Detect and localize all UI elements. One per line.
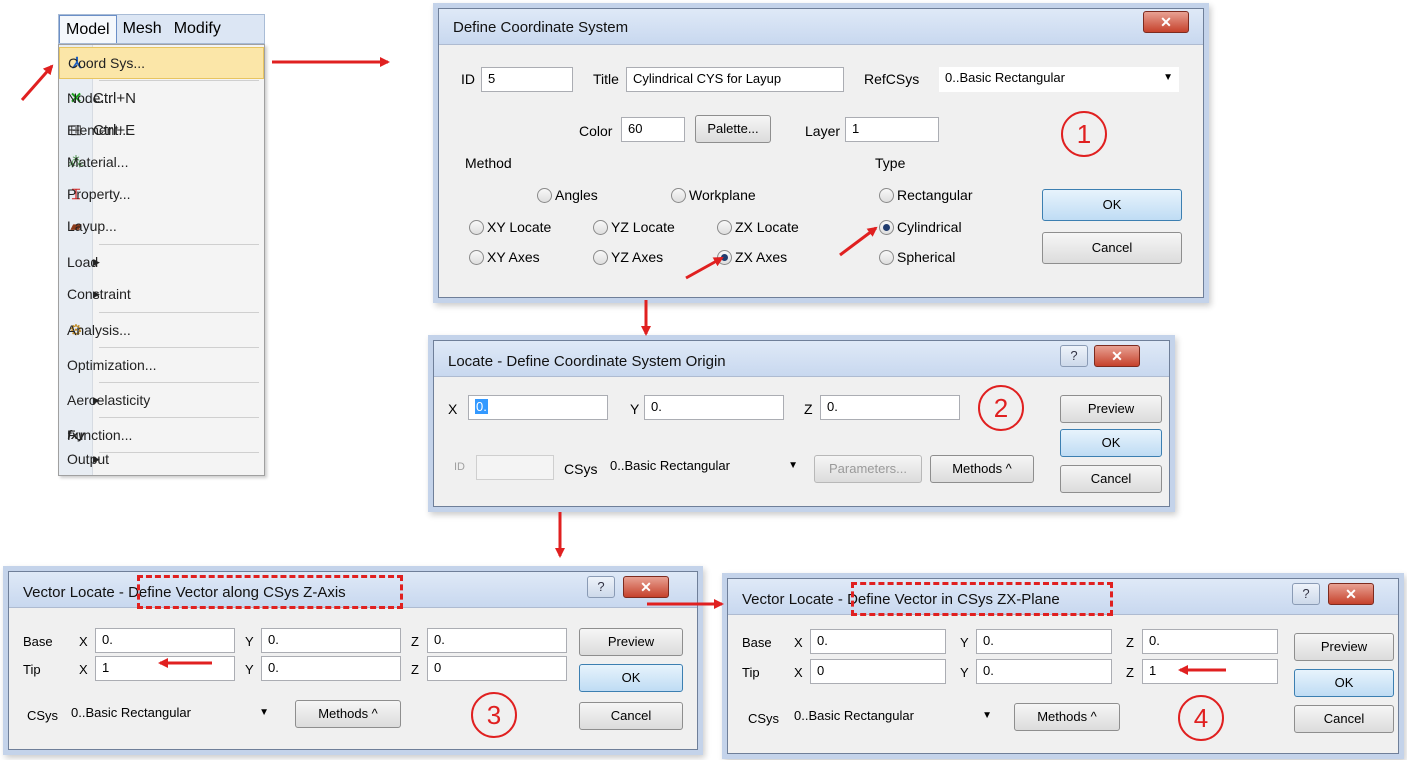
arrow-to-cylindrical — [839, 226, 878, 257]
annotation-arrows — [20, 57, 1226, 675]
arrow-to-coord-sys — [20, 64, 54, 101]
arrow-to-zx-axes — [685, 256, 724, 280]
